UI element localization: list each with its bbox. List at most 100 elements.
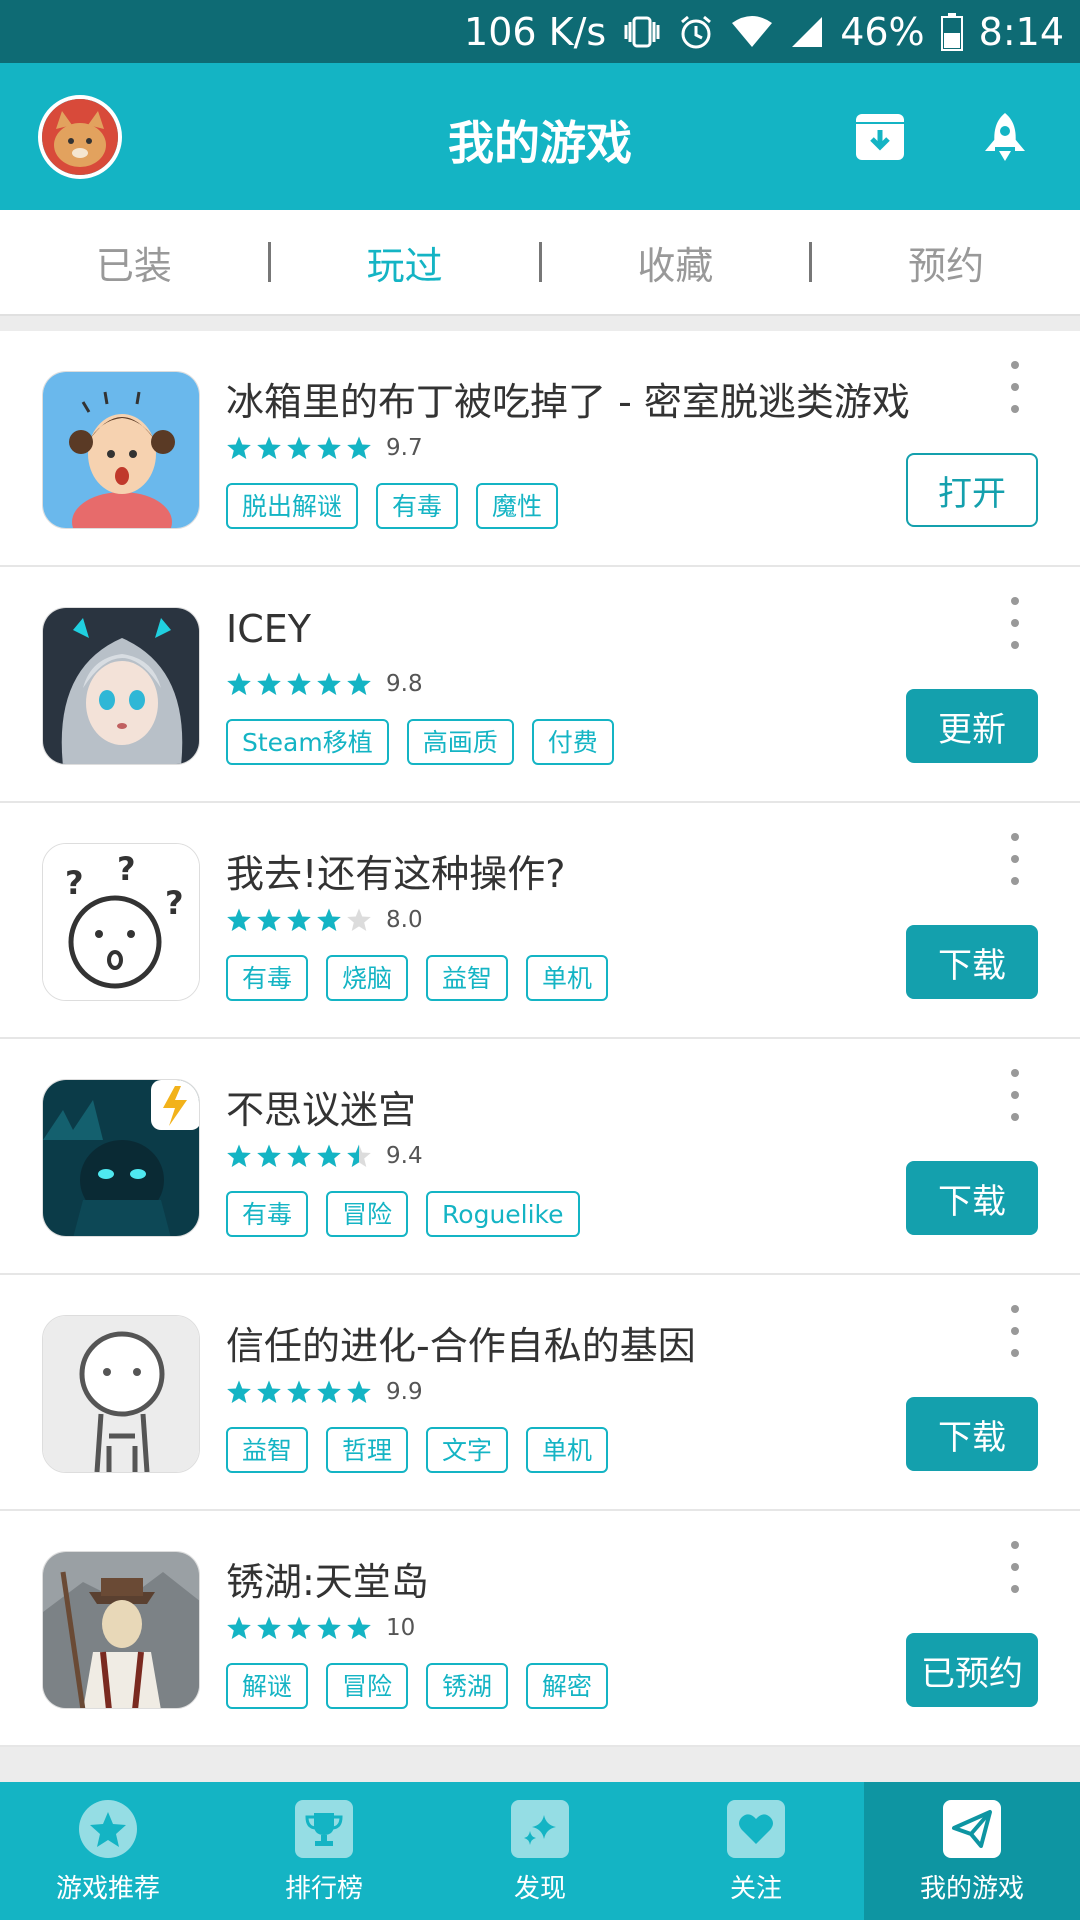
tag[interactable]: Roguelike: [426, 1191, 580, 1237]
star-icon: [316, 907, 342, 933]
tag[interactable]: 冒险: [326, 1663, 409, 1709]
tag-list: Steam移植 高画质 付费: [226, 719, 614, 765]
tag[interactable]: 解谜: [226, 1663, 309, 1709]
nav-label: 关注: [729, 1874, 782, 1904]
download-box-icon: [856, 114, 904, 160]
tag[interactable]: 益智: [426, 955, 509, 1001]
star-icon: [346, 671, 372, 697]
star-icon: [286, 1143, 312, 1169]
tag[interactable]: 付费: [531, 719, 614, 765]
svg-text:?: ?: [165, 884, 184, 922]
vibrate-icon: [622, 15, 662, 49]
open-button[interactable]: 打开: [906, 453, 1038, 527]
list-item[interactable]: 信任的进化-合作自私的基因 9.9 益智 哲理 文字 单机 下载: [0, 1275, 1080, 1511]
svg-text:?: ?: [65, 864, 84, 902]
rating-value: 9.7: [386, 435, 423, 461]
more-options-icon[interactable]: [1000, 597, 1030, 649]
tag[interactable]: 烧脑: [326, 955, 409, 1001]
nav-game-recommend[interactable]: 游戏推荐: [0, 1782, 216, 1920]
star-rating: 9.7: [226, 435, 423, 461]
download-button[interactable]: 下载: [906, 1397, 1038, 1471]
tag[interactable]: 单机: [526, 1427, 609, 1473]
star-icon: [316, 435, 342, 461]
battery-icon: [940, 12, 963, 51]
rating-value: 8.0: [386, 907, 423, 933]
star-icon: [346, 1379, 372, 1405]
list-item[interactable]: 锈湖:天堂岛 10 解谜 冒险 锈湖 解密 已预约: [0, 1511, 1080, 1747]
star-icon: [226, 1143, 252, 1169]
game-name: 锈湖:天堂岛: [226, 1560, 429, 1604]
tag[interactable]: 单机: [526, 955, 609, 1001]
bottom-nav: 游戏推荐 排行榜 发现 关注 我的游戏: [0, 1782, 1080, 1920]
star-icon: [316, 1615, 342, 1641]
download-button[interactable]: 下载: [906, 925, 1038, 999]
update-button[interactable]: 更新: [906, 689, 1038, 763]
game-name: 不思议迷宫: [226, 1088, 417, 1132]
star-icon: [316, 671, 342, 697]
nav-label: 发现: [513, 1874, 566, 1904]
list-item[interactable]: 冰箱里的布丁被吃掉了 - 密室脱逃类游戏 9.7 脱出解谜 有毒 魔性 打开: [0, 331, 1080, 567]
rating-value: 10: [386, 1615, 416, 1641]
star-icon: [346, 435, 372, 461]
tag[interactable]: 文字: [426, 1427, 509, 1473]
star-icon: [286, 435, 312, 461]
star-icon: [256, 1379, 282, 1405]
nav-following[interactable]: 关注: [648, 1782, 864, 1920]
star-icon: [256, 1143, 282, 1169]
tab-reservations[interactable]: 预约: [812, 235, 1080, 290]
nav-rankings[interactable]: 排行榜: [216, 1782, 432, 1920]
tag[interactable]: 冒险: [326, 1191, 409, 1237]
list-item[interactable]: 不思议迷宫 9.4 有毒 冒险 Roguelike 下载: [0, 1039, 1080, 1275]
reserved-button[interactable]: 已预约: [906, 1633, 1038, 1707]
app-bar: 我的游戏: [0, 63, 1080, 210]
tag[interactable]: 有毒: [376, 483, 459, 529]
tag[interactable]: 哲理: [326, 1427, 409, 1473]
more-options-icon[interactable]: [1000, 1305, 1030, 1357]
tag[interactable]: 脱出解谜: [226, 483, 359, 529]
more-options-icon[interactable]: [1000, 833, 1030, 885]
download-button[interactable]: 下载: [906, 1161, 1038, 1235]
star-icon: [79, 1800, 137, 1858]
tag[interactable]: 有毒: [226, 955, 309, 1001]
tag[interactable]: 有毒: [226, 1191, 309, 1237]
rocket-icon: [985, 113, 1025, 161]
tag[interactable]: 锈湖: [426, 1663, 509, 1709]
star-icon: [316, 1379, 342, 1405]
tab-favorites[interactable]: 收藏: [542, 235, 810, 290]
game-icon-maze: [42, 1079, 200, 1237]
tab-bar: 已装 玩过 收藏 预约: [0, 210, 1080, 316]
tag[interactable]: 益智: [226, 1427, 309, 1473]
list-item[interactable]: ? ? ? 我去!还有这种操作? 8.0 有毒 烧脑 益智 单机 下载: [0, 803, 1080, 1039]
more-options-icon[interactable]: [1000, 1069, 1030, 1121]
nav-my-games[interactable]: 我的游戏: [864, 1782, 1080, 1920]
game-name: 冰箱里的布丁被吃掉了 - 密室脱逃类游戏: [226, 380, 910, 424]
tag[interactable]: 魔性: [476, 483, 559, 529]
download-manager-button[interactable]: [850, 107, 910, 167]
game-name: 信任的进化-合作自私的基因: [226, 1324, 696, 1368]
rocket-button[interactable]: [975, 107, 1035, 167]
heart-icon: [727, 1800, 785, 1858]
star-icon: [226, 1379, 252, 1405]
star-icon: [256, 1615, 282, 1641]
star-icon: [226, 671, 252, 697]
game-icon-trust: [42, 1315, 200, 1473]
more-options-icon[interactable]: [1000, 1541, 1030, 1593]
tag[interactable]: 高画质: [406, 719, 514, 765]
star-icon: [286, 671, 312, 697]
star-rating: 8.0: [226, 907, 423, 933]
tag-list: 益智 哲理 文字 单机: [226, 1427, 609, 1473]
tag[interactable]: 解密: [526, 1663, 609, 1709]
tag[interactable]: Steam移植: [226, 719, 389, 765]
tab-installed[interactable]: 已装: [0, 235, 268, 290]
page-title: 我的游戏: [448, 116, 632, 170]
more-options-icon[interactable]: [1000, 361, 1030, 413]
star-icon: [316, 1143, 342, 1169]
nav-discover[interactable]: 发现: [432, 1782, 648, 1920]
tag-list: 有毒 烧脑 益智 单机: [226, 955, 609, 1001]
rating-value: 9.9: [386, 1379, 423, 1405]
star-icon: [346, 907, 372, 933]
tab-played[interactable]: 玩过: [271, 235, 539, 290]
rating-value: 9.4: [386, 1143, 423, 1169]
star-icon: [346, 1615, 372, 1641]
list-item[interactable]: ICEY 9.8 Steam移植 高画质 付费 更新: [0, 567, 1080, 803]
